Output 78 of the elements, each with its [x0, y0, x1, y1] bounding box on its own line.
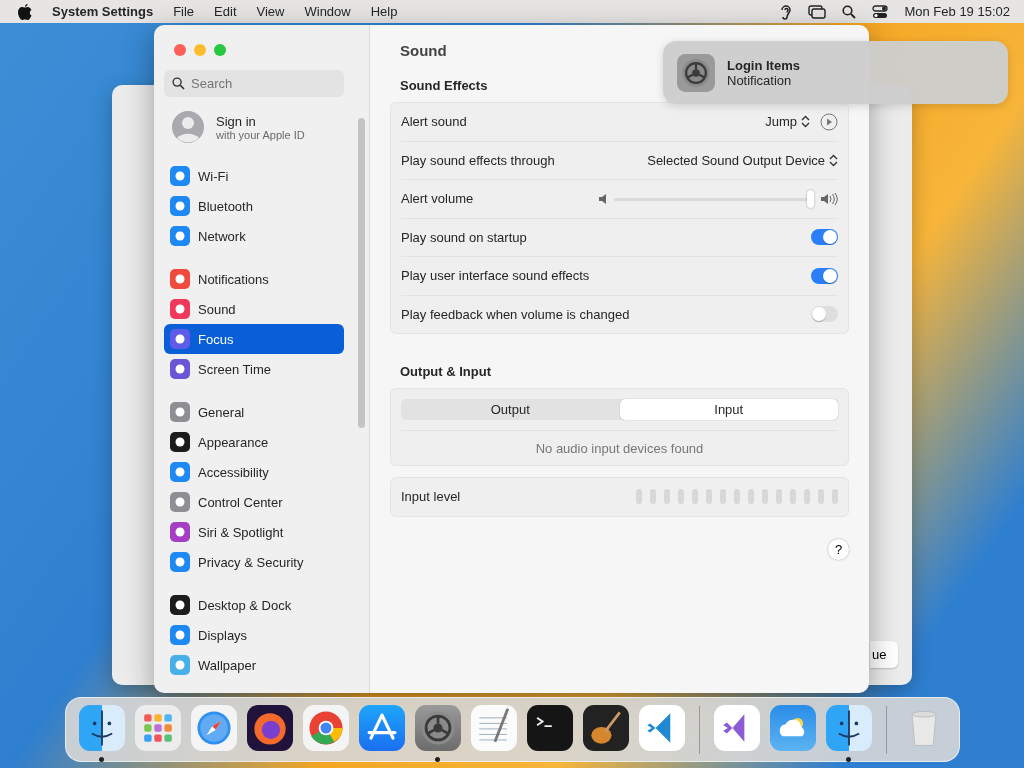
sidebar-item[interactable]: Focus	[164, 324, 344, 354]
speaker-loud-icon	[820, 191, 838, 206]
notification-banner[interactable]: Login Items Notification	[663, 41, 1008, 104]
app-menu[interactable]: System Settings	[52, 4, 154, 19]
pane-title: Sound	[399, 42, 448, 59]
split-face-icon[interactable]	[78, 704, 125, 751]
sidebar-item[interactable]: Screen Time	[164, 354, 344, 384]
gear-icon[interactable]	[414, 704, 461, 751]
notification-title: Login Items	[727, 57, 800, 73]
up-down-chevron-icon	[801, 115, 810, 129]
sign-in-link[interactable]: Sign in	[216, 113, 305, 129]
setting-label: Input level	[401, 489, 461, 505]
ear-icon[interactable]	[780, 3, 793, 20]
sidebar-item[interactable]: Wallpaper	[164, 650, 344, 680]
menu-item[interactable]: Help	[370, 4, 398, 19]
globe-icon[interactable]	[246, 704, 293, 751]
menu-item[interactable]: Edit	[214, 4, 237, 19]
setting-label: Play sound on startup	[401, 229, 527, 245]
code-icon[interactable]	[638, 704, 685, 751]
control-center-icon[interactable]	[872, 4, 889, 19]
help-button[interactable]: ?	[828, 538, 849, 560]
menu-bar-clock[interactable]: Mon Feb 19 15:02	[904, 4, 1010, 19]
segment-tab[interactable]: Output	[401, 399, 620, 420]
apple-logo-icon[interactable]	[18, 3, 32, 20]
sidebar-item[interactable]: Control Center	[164, 487, 344, 517]
segment-tab[interactable]: Input	[619, 399, 838, 420]
up-down-chevron-icon	[829, 153, 838, 167]
sidebar-item[interactable]: Sound	[164, 294, 344, 324]
guitar-icon[interactable]	[582, 704, 629, 751]
sidebar-item[interactable]: Appearance	[164, 427, 344, 457]
sidebar-item[interactable]: Desktop & Dock	[164, 590, 344, 620]
notepad-icon[interactable]	[470, 704, 517, 751]
speaker-quiet-icon	[598, 192, 608, 205]
sidebar-item[interactable]: Wi-Fi	[164, 161, 344, 191]
split-face-icon[interactable]	[825, 704, 872, 751]
colored-ring-icon[interactable]	[302, 704, 349, 751]
toggle-switch[interactable]	[811, 306, 838, 323]
compass-icon[interactable]	[190, 704, 237, 751]
setting-label: Alert volume	[401, 191, 474, 207]
volume-slider[interactable]	[614, 188, 814, 209]
sidebar-item[interactable]: Displays	[164, 620, 344, 650]
menu-item[interactable]: File	[173, 4, 195, 19]
popup-button[interactable]: Selected Sound Output Device	[647, 152, 838, 168]
cloud-icon[interactable]	[769, 704, 816, 751]
search-field[interactable]: Search	[164, 70, 344, 97]
dialog-button[interactable]: ue	[870, 641, 899, 668]
screen-mirroring-icon[interactable]	[808, 4, 827, 19]
terminal-icon[interactable]	[526, 704, 573, 751]
menu-item[interactable]: View	[256, 4, 285, 19]
toggle-switch[interactable]	[811, 229, 838, 246]
setting-label: Play user interface sound effects	[401, 268, 590, 284]
popup-button[interactable]: Jump	[765, 114, 810, 130]
menu-item[interactable]: Window	[304, 4, 351, 19]
app-grid-icon[interactable]	[134, 704, 181, 751]
account-subtitle: with your Apple ID	[216, 128, 305, 141]
sidebar-item[interactable]: Privacy & Security	[164, 547, 344, 577]
setting-label: Play sound effects through	[401, 152, 555, 168]
sidebar-item[interactable]: General	[164, 397, 344, 427]
section-heading: Sound Effects	[399, 78, 489, 93]
setting-label: Play feedback when volume is changed	[401, 306, 630, 322]
ribbon-icon[interactable]	[713, 704, 760, 751]
search-icon	[172, 77, 185, 90]
sidebar-item[interactable]: Notifications	[164, 264, 344, 294]
sidebar-item[interactable]: Bluetooth	[164, 191, 344, 221]
setting-label: Alert sound	[401, 114, 467, 130]
empty-message: No audio input devices found	[401, 430, 838, 465]
scrollbar[interactable]	[358, 118, 365, 428]
sidebar-item[interactable]: Accessibility	[164, 457, 344, 487]
toggle-switch[interactable]	[811, 267, 838, 284]
sidebar-item[interactable]: Network	[164, 221, 344, 251]
notification-subtitle: Notification	[727, 72, 793, 88]
search-icon[interactable]	[842, 4, 857, 19]
a-glyph-icon[interactable]	[358, 704, 405, 751]
gear-icon	[677, 53, 715, 92]
close-button[interactable]	[174, 44, 186, 56]
sidebar-item[interactable]: Siri & Spotlight	[164, 517, 344, 547]
play-button[interactable]	[820, 112, 838, 131]
section-heading: Output & Input	[399, 364, 492, 379]
